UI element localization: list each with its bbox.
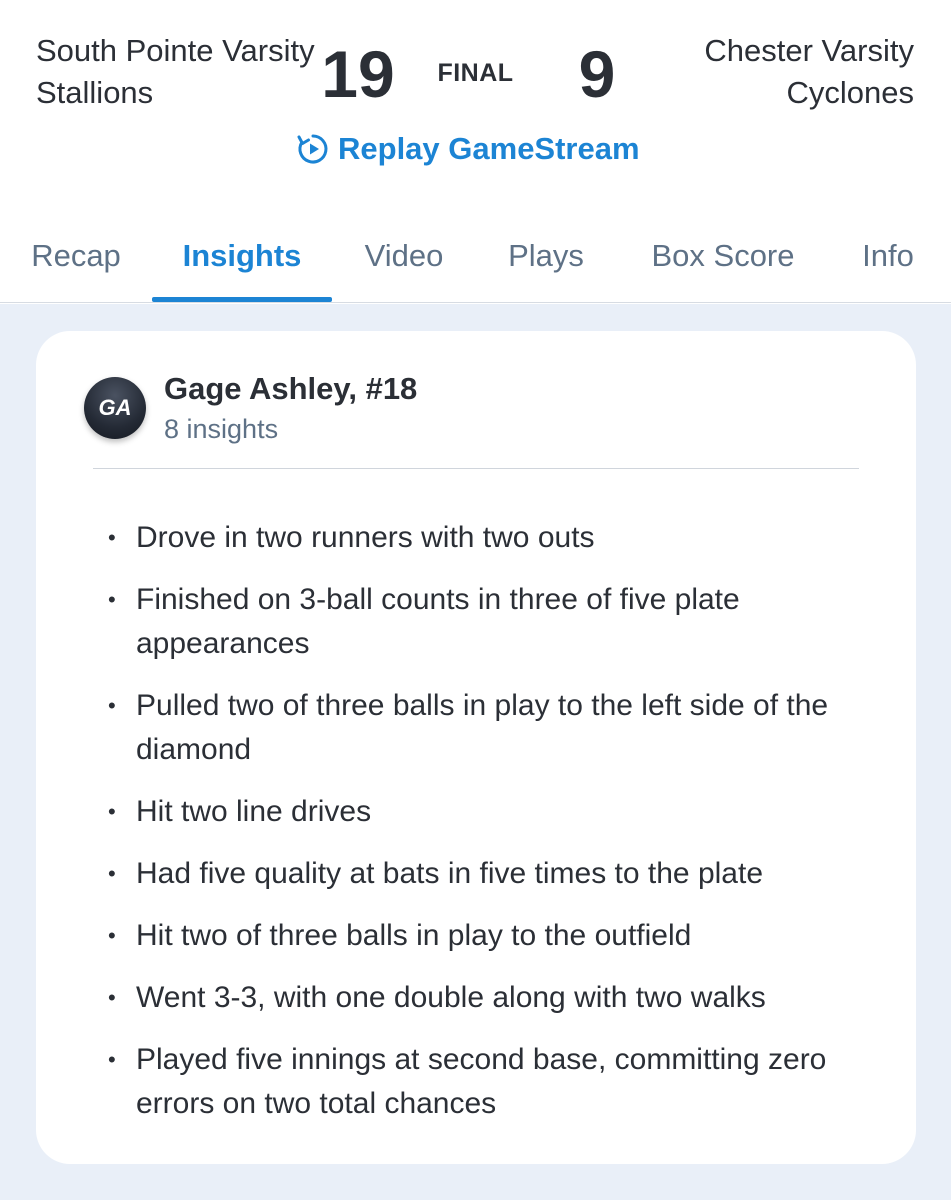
active-tab-indicator (152, 297, 332, 302)
card-divider (93, 468, 859, 469)
insight-item: Finished on 3-ball counts in three of fi… (106, 578, 886, 666)
insight-item: Pulled two of three balls in play to the… (106, 684, 886, 772)
tab-video[interactable]: Video (350, 228, 458, 303)
insight-item: Drove in two runners with two outs (106, 516, 886, 560)
game-status: FINAL (437, 59, 514, 87)
insight-item: Went 3-3, with one double along with two… (106, 976, 886, 1020)
avatar-initials: GA (98, 395, 132, 420)
tab-recap[interactable]: Recap (18, 228, 134, 303)
player-name[interactable]: Gage Ashley, #18 (164, 369, 417, 409)
tab-info[interactable]: Info (850, 228, 926, 303)
insight-count: 8 insights (164, 414, 279, 444)
replay-label: Replay GameStream (338, 131, 640, 166)
tab-insights[interactable]: Insights (152, 228, 332, 303)
replay-gamestream-button[interactable]: Replay GameStream (296, 127, 640, 171)
player-avatar[interactable]: GA (84, 377, 146, 439)
insights-list: Drove in two runners with two outs Finis… (106, 516, 886, 1144)
player-insights-card: GA Gage Ashley, #18 8 insights Drove in … (36, 331, 916, 1164)
home-team-name[interactable]: South Pointe Varsity Stallions (36, 30, 316, 114)
tab-plays[interactable]: Plays (494, 228, 598, 303)
away-team-name[interactable]: Chester Varsity Cyclones (634, 30, 914, 114)
tab-box-score[interactable]: Box Score (632, 228, 814, 303)
insight-item: Had five quality at bats in five times t… (106, 852, 886, 896)
insight-item: Played five innings at second base, comm… (106, 1038, 886, 1126)
home-team-score: 19 (321, 37, 395, 111)
game-header: South Pointe Varsity Stallions 19 FINAL … (0, 0, 951, 303)
away-team-score: 9 (578, 37, 616, 111)
replay-icon (296, 132, 330, 166)
insight-item: Hit two line drives (106, 790, 886, 834)
tab-bar: Recap Insights Video Plays Box Score Inf… (0, 228, 951, 303)
insight-item: Hit two of three balls in play to the ou… (106, 914, 886, 958)
